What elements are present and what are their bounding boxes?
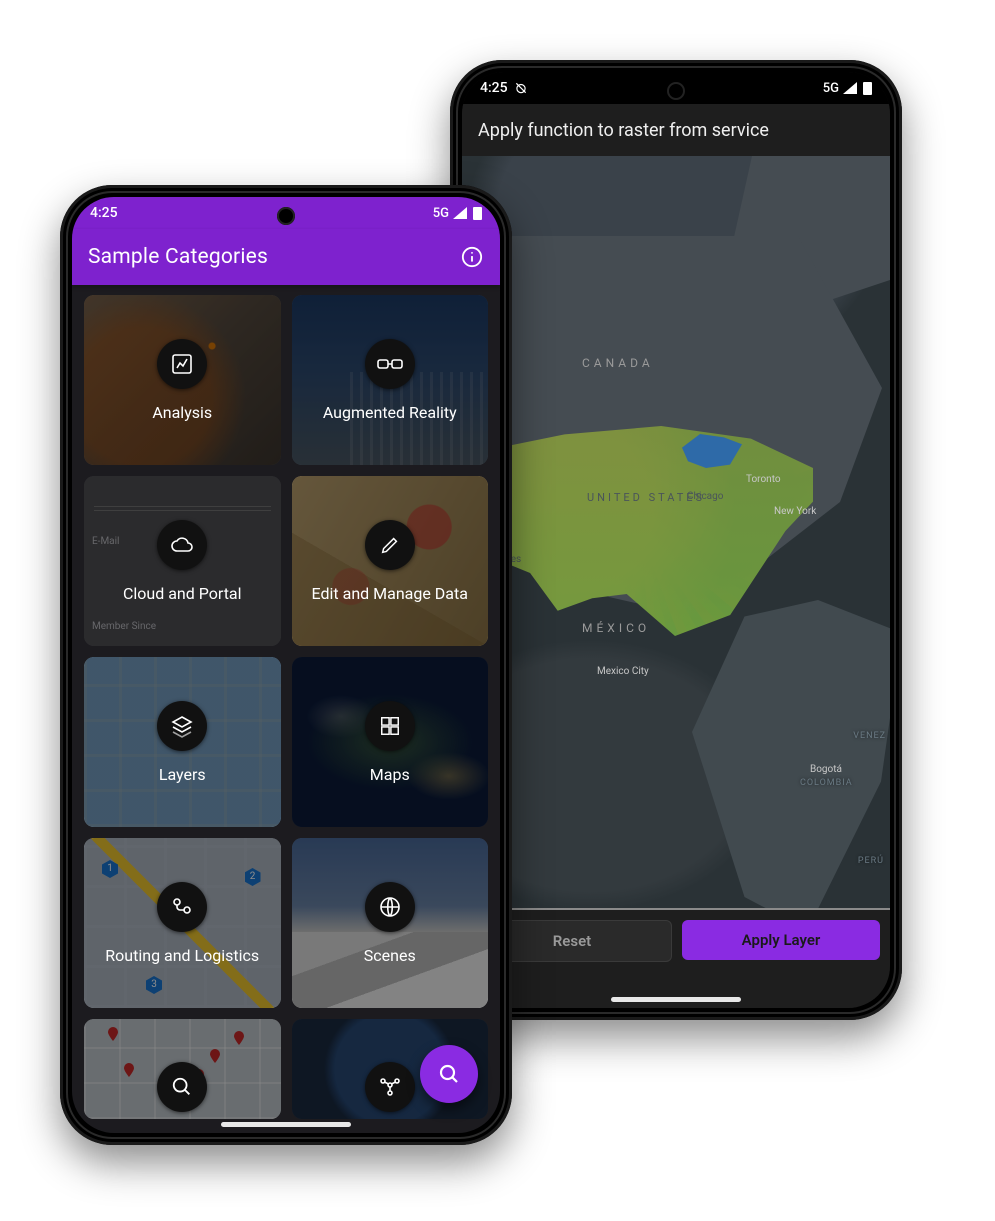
category-routing[interactable]: 1 2 3 Routing and Logistics [84,838,281,1008]
magnifier-icon [157,1062,207,1112]
apply-layer-button[interactable]: Apply Layer [682,920,880,960]
bottom-toolbar: Reset Apply Layer [462,910,890,1008]
no-alarm-icon [514,81,528,95]
status-time: 4:25 [90,205,118,221]
camera-notch [277,207,295,225]
category-label: Routing and Logistics [105,946,259,965]
category-maps[interactable]: Maps [292,657,489,827]
category-layers[interactable]: Layers [84,657,281,827]
screen: 4:25 5G Apply function to raster from se… [462,72,890,1008]
phone-raster: 4:25 5G Apply function to raster from se… [450,60,902,1020]
category-label: Layers [159,765,206,784]
search-fab[interactable] [420,1045,478,1103]
category-label: Scenes [364,946,416,965]
status-time: 4:25 [480,80,508,96]
category-analysis[interactable]: Analysis [84,295,281,465]
pencil-icon [365,520,415,570]
category-search[interactable] [84,1019,281,1119]
categories-grid[interactable]: Analysis Augmented Reality [72,285,500,1133]
layers-icon [157,701,207,751]
category-label: Augmented Reality [323,403,457,422]
battery-icon [473,207,482,220]
route-pin-icon [157,882,207,932]
home-indicator [221,1122,351,1127]
battery-icon [863,82,872,95]
analysis-icon [157,339,207,389]
app-bar: Sample Categories [72,229,500,285]
app-title: Apply function to raster from service [462,104,890,156]
info-button[interactable] [448,233,496,281]
home-indicator [611,997,741,1002]
network-graph-icon [365,1062,415,1112]
category-scenes[interactable]: Scenes [292,838,489,1008]
globe-icon [365,882,415,932]
ar-glasses-icon [365,339,415,389]
info-icon [461,246,483,268]
status-network: 5G [823,81,839,96]
category-augmented-reality[interactable]: Augmented Reality [292,295,489,465]
cloud-icon [157,520,207,570]
phone-categories: 4:25 5G Sample Categories [60,185,512,1145]
map-view[interactable]: CANADA UNITED STATES ver Toronto Chicago… [462,156,890,930]
signal-icon [843,82,857,94]
screen: 4:25 5G Sample Categories [72,197,500,1133]
grid-icon [365,701,415,751]
category-label: Analysis [152,403,212,422]
category-label: Maps [370,765,410,784]
search-icon [437,1062,461,1086]
category-edit-manage[interactable]: Edit and Manage Data [292,476,489,646]
category-label: Edit and Manage Data [312,584,468,603]
status-network: 5G [433,206,449,221]
signal-icon [453,207,467,219]
category-cloud-portal[interactable]: E-Mail Member Since Cloud and Portal [84,476,281,646]
app-title: Sample Categories [88,245,268,269]
camera-notch [667,82,685,100]
category-label: Cloud and Portal [123,584,242,603]
